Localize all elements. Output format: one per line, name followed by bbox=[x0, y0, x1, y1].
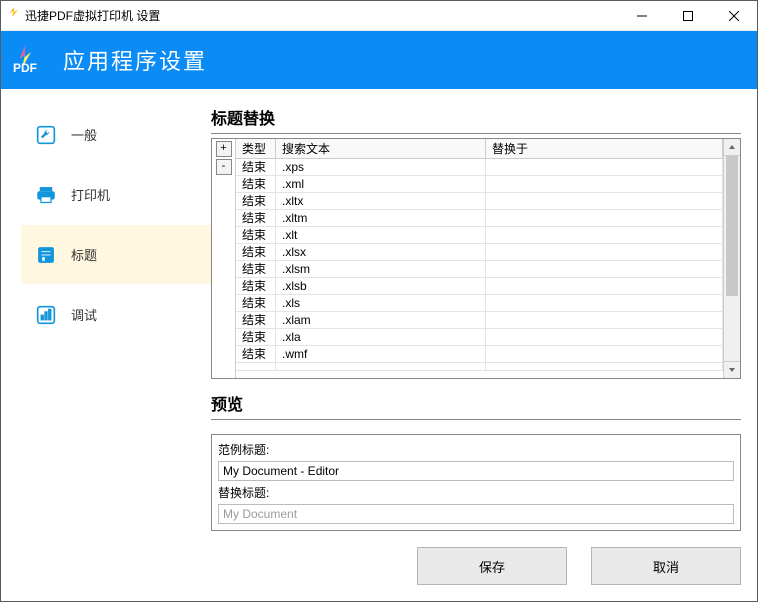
cell-replace bbox=[486, 312, 723, 328]
sidebar-item-label: 一般 bbox=[71, 125, 97, 144]
sidebar-item-title[interactable]: 标题 bbox=[21, 225, 211, 285]
cell-search: .xltx bbox=[276, 193, 486, 209]
sidebar-item-label: 调试 bbox=[71, 305, 97, 324]
maximize-button[interactable] bbox=[665, 1, 711, 31]
table-row[interactable]: 结束.xlt bbox=[236, 227, 723, 244]
app-header: PDF 应用程序设置 bbox=[1, 31, 757, 89]
preview-box: 范例标题: 替换标题: My Document bbox=[211, 434, 741, 531]
cell-type: 结束 bbox=[236, 244, 276, 260]
table-row[interactable]: 结束.wmf bbox=[236, 346, 723, 363]
grid-header: 类型 搜索文本 替换于 bbox=[236, 139, 723, 159]
chart-icon bbox=[35, 304, 57, 326]
row-action-column: + - bbox=[212, 139, 236, 378]
table-row[interactable]: 结束.xltm bbox=[236, 210, 723, 227]
sidebar-item-printer[interactable]: 打印机 bbox=[21, 165, 211, 225]
cell-type: 结束 bbox=[236, 210, 276, 226]
table-row[interactable]: 结束.xps bbox=[236, 159, 723, 176]
cell-replace bbox=[486, 346, 723, 362]
cell-search: .xlsm bbox=[276, 261, 486, 277]
replace-title-output: My Document bbox=[218, 504, 734, 524]
sidebar: 一般 打印机 标题 调试 bbox=[21, 105, 211, 531]
table-row[interactable]: 结束.xlam bbox=[236, 312, 723, 329]
wrench-icon bbox=[35, 124, 57, 146]
cell-replace bbox=[486, 193, 723, 209]
cell-replace bbox=[486, 329, 723, 345]
scroll-thumb[interactable] bbox=[726, 156, 738, 296]
col-header-replace[interactable]: 替换于 bbox=[486, 139, 723, 158]
bookmark-icon bbox=[35, 244, 57, 266]
preview-title: 预览 bbox=[211, 391, 741, 415]
add-row-button[interactable]: + bbox=[216, 141, 232, 157]
cell-search: .xlt bbox=[276, 227, 486, 243]
sidebar-item-general[interactable]: 一般 bbox=[21, 105, 211, 165]
grid: 类型 搜索文本 替换于 结束.xps结束.xml结束.xltx结束.xltm结束… bbox=[236, 139, 723, 378]
close-button[interactable] bbox=[711, 1, 757, 31]
cell-replace bbox=[486, 159, 723, 175]
cell-type: 结束 bbox=[236, 329, 276, 345]
table-row[interactable]: 结束.xls bbox=[236, 295, 723, 312]
main-panel: 标题替换 + - 类型 搜索文本 替换于 结束.xps结束.xml结束.xltx… bbox=[211, 105, 741, 531]
scroll-up-icon[interactable] bbox=[724, 139, 740, 156]
svg-text:PDF: PDF bbox=[13, 61, 37, 74]
remove-row-button[interactable]: - bbox=[216, 159, 232, 175]
divider bbox=[211, 133, 741, 134]
dialog-buttons: 保存 取消 bbox=[1, 531, 757, 601]
window-title: 迅捷PDF虚拟打印机 设置 bbox=[25, 7, 160, 24]
table-row[interactable] bbox=[236, 363, 723, 371]
cell-search: .xla bbox=[276, 329, 486, 345]
pdf-logo-icon: PDF bbox=[13, 44, 55, 77]
cell-replace bbox=[486, 227, 723, 243]
save-button[interactable]: 保存 bbox=[417, 547, 567, 585]
scroll-down-icon[interactable] bbox=[724, 361, 740, 378]
col-header-type[interactable]: 类型 bbox=[236, 139, 276, 158]
cell-replace bbox=[486, 295, 723, 311]
cell-type: 结束 bbox=[236, 176, 276, 192]
printer-icon bbox=[35, 184, 57, 206]
cell-search: .xlam bbox=[276, 312, 486, 328]
table-row[interactable]: 结束.xlsm bbox=[236, 261, 723, 278]
cell-search: .xltm bbox=[276, 210, 486, 226]
example-title-label: 范例标题: bbox=[218, 441, 734, 458]
cell-replace bbox=[486, 176, 723, 192]
cell-replace bbox=[486, 261, 723, 277]
vertical-scrollbar[interactable] bbox=[723, 139, 740, 378]
sidebar-item-label: 打印机 bbox=[71, 185, 110, 204]
section-title: 标题替换 bbox=[211, 105, 741, 129]
cell-type: 结束 bbox=[236, 261, 276, 277]
cell-type: 结束 bbox=[236, 278, 276, 294]
cell-type: 结束 bbox=[236, 193, 276, 209]
cell-search: .wmf bbox=[276, 346, 486, 362]
cell-search: .xls bbox=[276, 295, 486, 311]
cell-search: .xlsx bbox=[276, 244, 486, 260]
grid-body: 结束.xps结束.xml结束.xltx结束.xltm结束.xlt结束.xlsx结… bbox=[236, 159, 723, 378]
sidebar-item-label: 标题 bbox=[71, 245, 97, 264]
table-row[interactable]: 结束.xltx bbox=[236, 193, 723, 210]
example-title-input[interactable] bbox=[218, 461, 734, 481]
col-header-search[interactable]: 搜索文本 bbox=[276, 139, 486, 158]
cell-replace bbox=[486, 210, 723, 226]
sidebar-item-debug[interactable]: 调试 bbox=[21, 285, 211, 345]
cancel-button[interactable]: 取消 bbox=[591, 547, 741, 585]
cell-type: 结束 bbox=[236, 295, 276, 311]
table-row[interactable]: 结束.xml bbox=[236, 176, 723, 193]
app-icon bbox=[9, 7, 19, 24]
table-row[interactable]: 结束.xlsx bbox=[236, 244, 723, 261]
cell-search: .xps bbox=[276, 159, 486, 175]
titlebar: 迅捷PDF虚拟打印机 设置 bbox=[1, 1, 757, 31]
table-row[interactable]: 结束.xlsb bbox=[236, 278, 723, 295]
cell-type: 结束 bbox=[236, 159, 276, 175]
cell-search: .xlsb bbox=[276, 278, 486, 294]
page-title: 应用程序设置 bbox=[63, 44, 207, 76]
divider bbox=[211, 419, 741, 420]
cell-type: 结束 bbox=[236, 227, 276, 243]
cell-replace bbox=[486, 244, 723, 260]
table-row[interactable]: 结束.xla bbox=[236, 329, 723, 346]
cell-type: 结束 bbox=[236, 312, 276, 328]
minimize-button[interactable] bbox=[619, 1, 665, 31]
cell-search: .xml bbox=[276, 176, 486, 192]
replace-title-label: 替换标题: bbox=[218, 484, 734, 501]
replacement-table: + - 类型 搜索文本 替换于 结束.xps结束.xml结束.xltx结束.xl… bbox=[211, 138, 741, 379]
cell-type: 结束 bbox=[236, 346, 276, 362]
cell-replace bbox=[486, 278, 723, 294]
